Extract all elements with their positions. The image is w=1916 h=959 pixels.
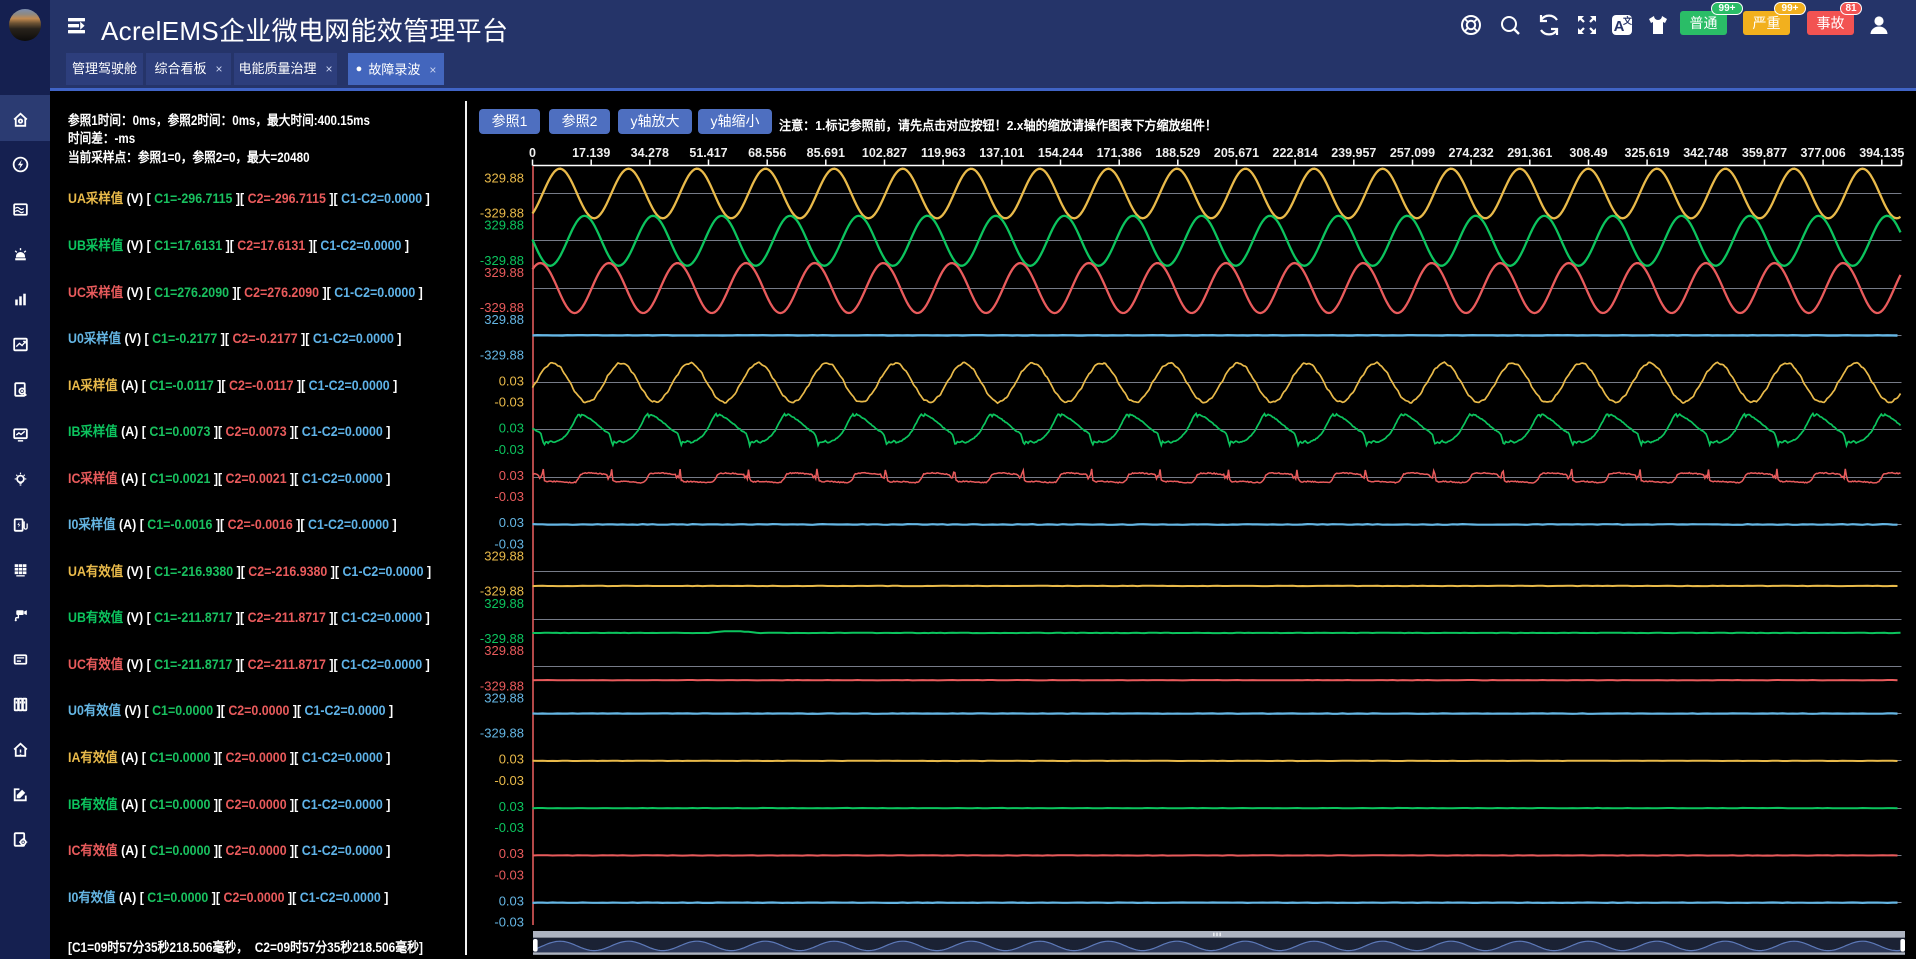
svg-text:0.03: 0.03 bbox=[499, 468, 524, 483]
svg-text:0.03: 0.03 bbox=[499, 421, 524, 436]
svg-text:291.361: 291.361 bbox=[1507, 146, 1552, 160]
svg-text:0: 0 bbox=[529, 146, 536, 160]
svg-text:68.556: 68.556 bbox=[748, 146, 786, 160]
svg-text:359.877: 359.877 bbox=[1742, 146, 1787, 160]
svg-text:222.814: 222.814 bbox=[1273, 146, 1318, 160]
svg-text:-0.03: -0.03 bbox=[494, 395, 524, 410]
svg-text:-0.03: -0.03 bbox=[494, 820, 524, 835]
svg-text:0.03: 0.03 bbox=[499, 752, 524, 767]
svg-text:文: 文 bbox=[1622, 15, 1633, 26]
svg-text:325.619: 325.619 bbox=[1625, 146, 1670, 160]
svg-text:-0.03: -0.03 bbox=[494, 489, 524, 504]
svg-text:0.03: 0.03 bbox=[499, 373, 524, 388]
svg-text:329.88: 329.88 bbox=[484, 549, 524, 564]
svg-text:51.417: 51.417 bbox=[689, 146, 727, 160]
svg-text:137.101: 137.101 bbox=[979, 146, 1024, 160]
svg-text:102.827: 102.827 bbox=[862, 146, 907, 160]
svg-text:0.03: 0.03 bbox=[499, 799, 524, 814]
svg-text:308.49: 308.49 bbox=[1569, 146, 1607, 160]
svg-text:257.099: 257.099 bbox=[1390, 146, 1435, 160]
svg-text:119.963: 119.963 bbox=[921, 146, 966, 160]
svg-text:239.957: 239.957 bbox=[1331, 146, 1376, 160]
svg-text:85.691: 85.691 bbox=[807, 146, 845, 160]
svg-text:-0.03: -0.03 bbox=[494, 773, 524, 788]
svg-text:0.03: 0.03 bbox=[499, 846, 524, 861]
svg-text:329.88: 329.88 bbox=[484, 170, 524, 185]
svg-text:329.88: 329.88 bbox=[484, 218, 524, 233]
svg-text:329.88: 329.88 bbox=[484, 265, 524, 280]
svg-text:-0.03: -0.03 bbox=[494, 867, 524, 882]
svg-text:171.386: 171.386 bbox=[1097, 146, 1142, 160]
svg-text:-329.88: -329.88 bbox=[480, 347, 524, 362]
svg-text:-0.03: -0.03 bbox=[494, 442, 524, 457]
svg-text:274.232: 274.232 bbox=[1449, 146, 1494, 160]
svg-text:377.006: 377.006 bbox=[1801, 146, 1846, 160]
svg-text:0.03: 0.03 bbox=[499, 515, 524, 530]
svg-text:-0.03: -0.03 bbox=[494, 915, 524, 930]
svg-text:329.88: 329.88 bbox=[484, 312, 524, 327]
svg-text:17.139: 17.139 bbox=[572, 146, 610, 160]
svg-text:205.671: 205.671 bbox=[1214, 146, 1259, 160]
svg-text:394.135: 394.135 bbox=[1859, 146, 1904, 160]
svg-text:0.03: 0.03 bbox=[499, 893, 524, 908]
svg-text:342.748: 342.748 bbox=[1683, 146, 1728, 160]
svg-text:329.88: 329.88 bbox=[484, 643, 524, 658]
svg-text:188.529: 188.529 bbox=[1155, 146, 1200, 160]
svg-text:329.88: 329.88 bbox=[484, 596, 524, 611]
svg-text:34.278: 34.278 bbox=[631, 146, 669, 160]
svg-text:329.88: 329.88 bbox=[484, 690, 524, 705]
svg-text:154.244: 154.244 bbox=[1038, 146, 1083, 160]
svg-text:-329.88: -329.88 bbox=[480, 726, 524, 741]
